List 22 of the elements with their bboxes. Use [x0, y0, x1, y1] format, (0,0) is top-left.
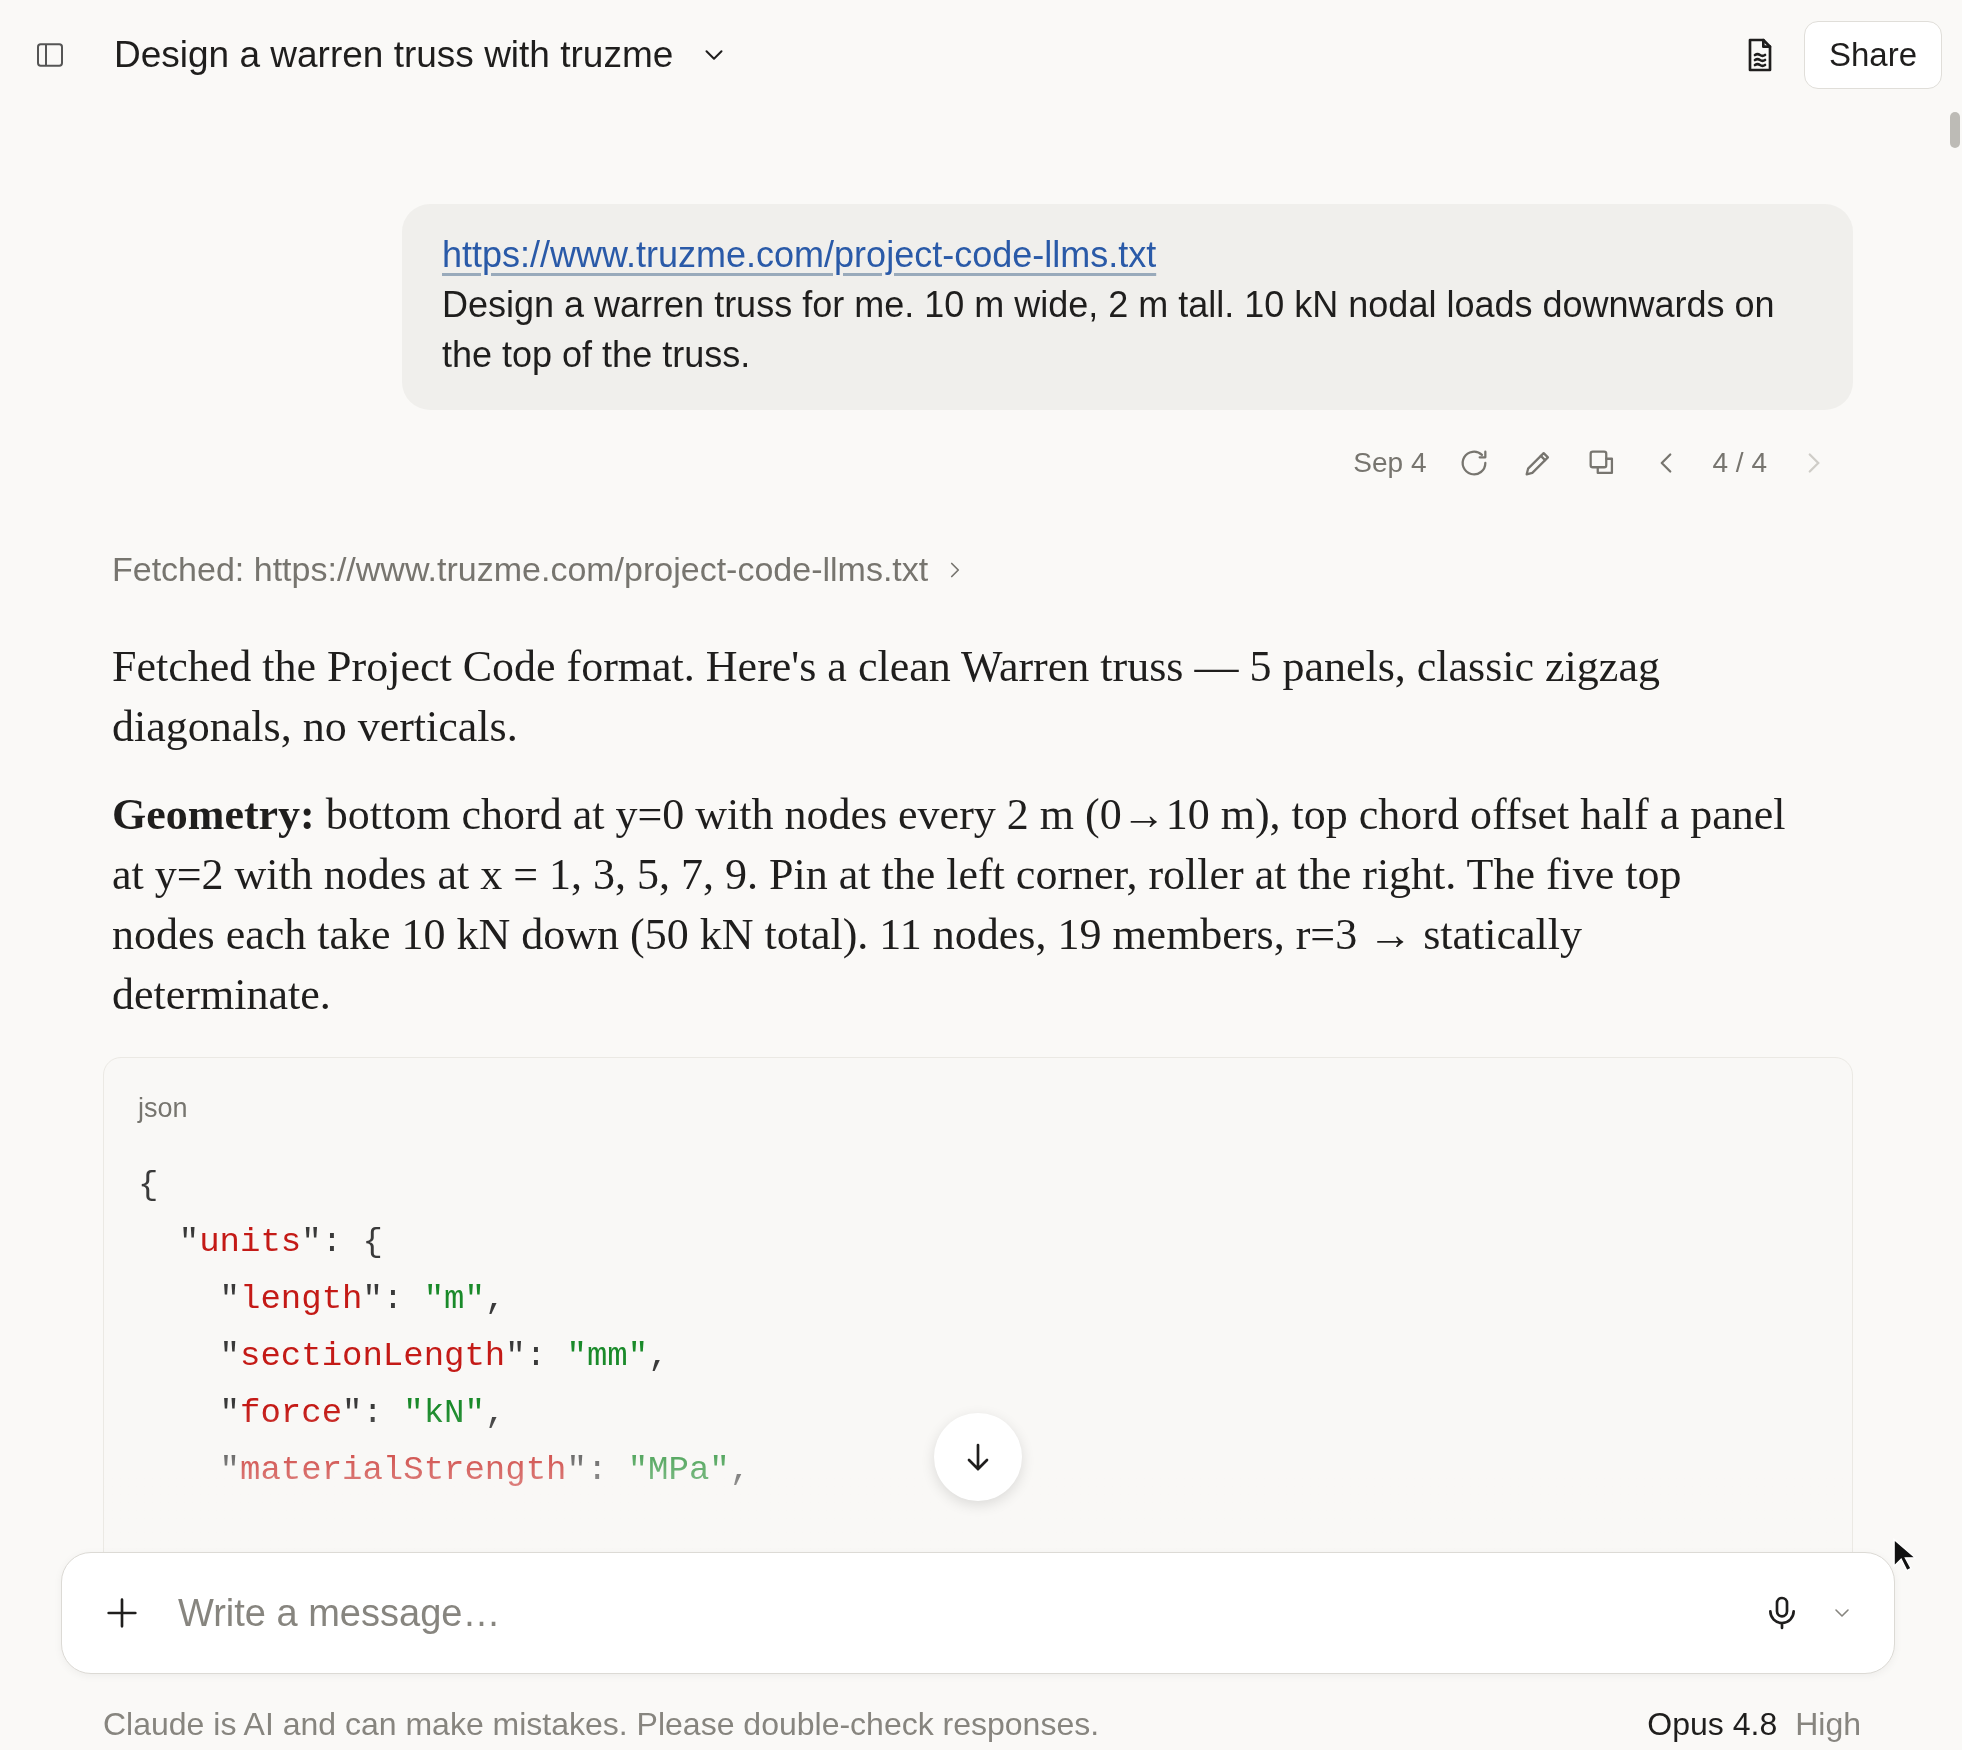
message-text: Design a warren truss for me. 10 m wide, 2 m tall. 10 kN nodal loads downwards on the top of the truss.: [442, 283, 1776, 377]
code-line: "units": {: [177, 1221, 383, 1263]
code-language-label: json: [138, 1093, 188, 1123]
share-button[interactable]: Share: [1803, 21, 1942, 89]
message-link[interactable]: https://www.truzme.com/project-code-llms.txt: [442, 230, 1157, 280]
message-date: Sep 4: [1353, 446, 1427, 480]
code-line: "sectionLength": "mm",: [218, 1335, 669, 1377]
code-line: "force": "kN",: [218, 1392, 506, 1434]
code-line: "materialStrength": "MPa",: [218, 1449, 751, 1491]
message-composer[interactable]: Write a message…: [61, 1552, 1895, 1674]
message-input-field[interactable]: Write a message…: [178, 1584, 1762, 1642]
conversation-title[interactable]: Design a warren truss with truzme: [114, 27, 674, 83]
version-counter: 4 / 4: [1712, 446, 1767, 480]
fetched-source-link[interactable]: Fetched: https://www.truzme.com/project-code-llms.txt: [112, 544, 929, 595]
response-paragraph: Geometry: bottom chord at y=0 with nodes every 2 m (0→10 m), top chord offset half a panel at y=2 with nodes at x = 1, 3, 5, 7, 9. Pin at the left corner, roller at the right. The five top nodes each take 10 kN down (50 kN total). 11 nodes, 19 members, r=3 → statically determinate.: [112, 789, 1787, 1021]
effort-level[interactable]: High: [1795, 1700, 1861, 1748]
disclaimer-text: Claude is AI and can make mistakes. Please double-check responses.: [103, 1705, 1100, 1744]
code-line: "length": "m",: [218, 1278, 506, 1320]
code-line: {: [138, 1164, 159, 1206]
response-paragraph: Fetched the Project Code format. Here's a clean Warren truss — 5 panels, classic zigzag diagonals, no verticals.: [112, 641, 1661, 753]
model-name[interactable]: Opus 4.8: [1647, 1700, 1778, 1748]
scrollbar-thumb[interactable]: [1950, 112, 1960, 148]
